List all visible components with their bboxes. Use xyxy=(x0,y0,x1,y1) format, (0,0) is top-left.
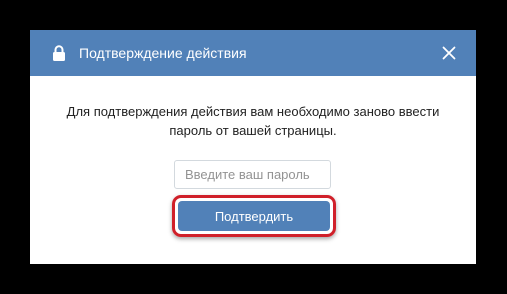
message-line-2: пароль от вашей страницы. xyxy=(169,123,337,138)
dialog-header: Подтверждение действия xyxy=(30,30,476,76)
confirm-button[interactable]: Подтвердить xyxy=(178,201,330,231)
lock-icon xyxy=(53,45,65,61)
close-icon[interactable] xyxy=(442,46,456,60)
dialog-title: Подтверждение действия xyxy=(79,45,247,61)
message-line-1: Для подтверждения действия вам необходим… xyxy=(66,104,440,119)
confirm-action-dialog: Подтверждение действия Для подтверждения… xyxy=(30,30,476,264)
password-input[interactable] xyxy=(174,160,331,189)
confirmation-message: Для подтверждения действия вам необходим… xyxy=(30,102,476,140)
